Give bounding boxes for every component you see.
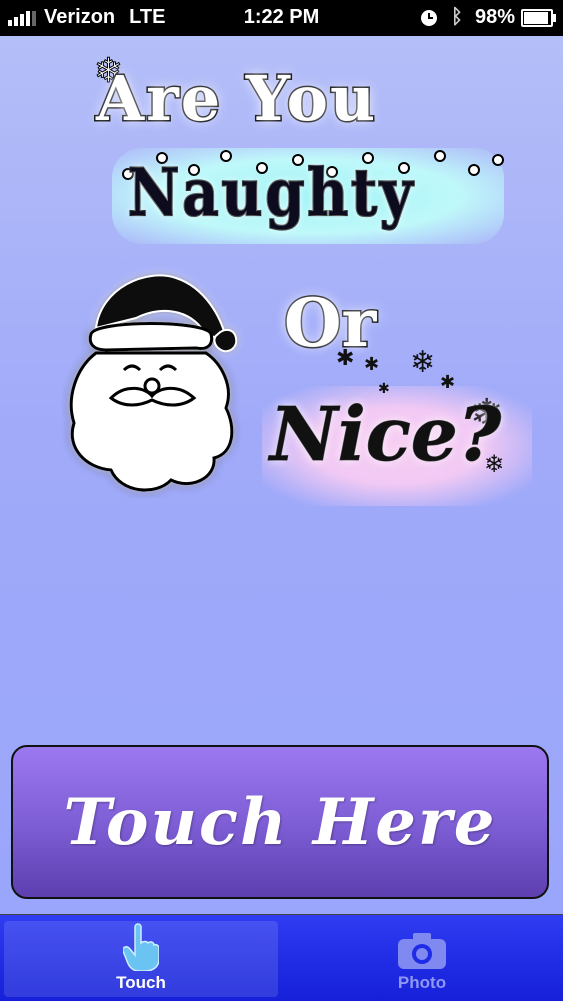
tab-touch[interactable]: Touch <box>4 921 278 997</box>
snowflake-icon: ✱ <box>336 346 355 371</box>
battery-percent: 98% <box>474 6 515 28</box>
title-nice: Nice? <box>269 392 502 479</box>
status-right: ᛒ 98% <box>420 6 556 29</box>
snowflake-icon: ✱ <box>364 354 380 375</box>
tab-photo-label: Photo <box>397 973 447 992</box>
alarm-clock-icon <box>420 9 437 26</box>
status-bar: Verizon LTE 1:22 PM ᛒ 98% <box>0 0 563 36</box>
tab-bar: Touch Photo <box>0 914 563 1001</box>
title-or: Or <box>282 283 377 364</box>
tab-photo[interactable]: Photo <box>285 921 559 997</box>
battery-icon <box>521 8 556 27</box>
camera-icon <box>398 933 446 969</box>
snowflake-icon: ✱ <box>440 372 456 393</box>
santa-face-icon <box>69 274 238 492</box>
snowflake-icon: ❄ <box>410 345 436 380</box>
tab-touch-label: Touch <box>116 973 166 992</box>
title-are-you: Are You <box>94 61 378 137</box>
title-naughty: Naughty <box>127 154 416 232</box>
touch-here-button[interactable]: Touch Here <box>11 745 549 899</box>
touch-here-label: Touch Here <box>63 784 497 860</box>
bluetooth-icon: ᛒ <box>450 6 463 28</box>
pointing-hand-icon <box>123 923 159 971</box>
